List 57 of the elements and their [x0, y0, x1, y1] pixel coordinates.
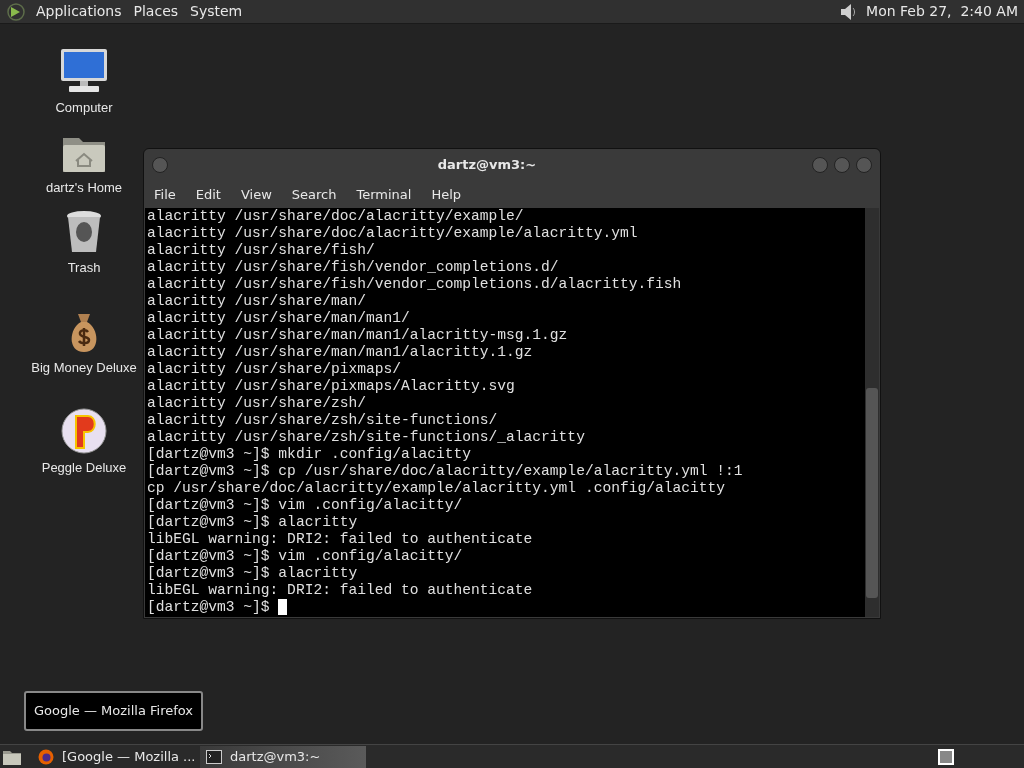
- maximize-button[interactable]: [834, 157, 850, 173]
- menu-item[interactable]: Edit: [187, 184, 229, 205]
- terminal-line: [dartz@vm3 ~]$ mkdir .config/alacitty: [147, 446, 472, 463]
- terminal-line: [dartz@vm3 ~]$ vim .config/alacitty/: [147, 548, 463, 565]
- terminal-line: [dartz@vm3 ~]$ alacritty: [147, 565, 358, 582]
- taskbar-button[interactable]: dartz@vm3:~: [200, 745, 366, 768]
- desktop-icon-label[interactable]: dartz's Home: [45, 178, 123, 198]
- panel-menu[interactable]: System: [186, 1, 247, 22]
- menu-item[interactable]: File: [146, 184, 184, 205]
- panel-menu[interactable]: Places: [129, 1, 183, 22]
- firefox-icon: [38, 748, 54, 765]
- terminal-line: alacritty /usr/share/zsh/site-functions/_alacritty: [147, 429, 585, 446]
- desktop-icon-label[interactable]: Computer: [55, 98, 113, 118]
- window-title: dartz@vm3:~: [436, 156, 538, 175]
- panel-menu[interactable]: Applications: [32, 1, 126, 22]
- menu-item[interactable]: Help: [423, 184, 470, 205]
- close-button[interactable]: [856, 157, 872, 173]
- terminal-line: [dartz@vm3 ~]$ alacritty: [147, 514, 358, 531]
- window-menu-button[interactable]: [152, 157, 168, 173]
- terminal-line: alacritty /usr/share/doc/alacritty/example/: [147, 208, 524, 225]
- terminal-line: alacritty /usr/share/zsh/site-functions/: [147, 412, 498, 429]
- menu-item[interactable]: Terminal: [348, 184, 420, 205]
- clock[interactable]: Mon Feb 27, 2:40 AM: [866, 1, 1018, 22]
- trash-icon: [65, 210, 103, 254]
- terminal-line: libEGL warning: DRI2: failed to authenticate: [147, 582, 533, 599]
- minimize-button[interactable]: [812, 157, 828, 173]
- text-cursor: [278, 599, 288, 615]
- terminal-line: alacritty /usr/share/fish/: [147, 242, 375, 259]
- terminal-line: alacritty /usr/share/zsh/: [147, 395, 366, 412]
- terminal-line: alacritty /usr/share/man/man1/alacritty.1.gz: [147, 344, 533, 361]
- terminal-line: alacritty /usr/share/doc/alacritty/example/alacritty.yml: [147, 225, 638, 242]
- scrollbar-thumb[interactable]: [866, 388, 878, 598]
- terminal-line: alacritty /usr/share/pixmaps/: [147, 361, 401, 378]
- scrollbar[interactable]: [865, 208, 879, 617]
- menu-item[interactable]: View: [232, 184, 280, 205]
- menu-item[interactable]: Search: [283, 184, 345, 205]
- terminal-line: alacritty /usr/share/pixmaps/Alacritty.svg: [147, 378, 515, 395]
- desktop-icon-label[interactable]: Trash: [67, 258, 101, 278]
- tooltip: Google — Mozilla Firefox: [24, 691, 204, 731]
- desktop-icon-label[interactable]: Peggle Deluxe: [41, 458, 127, 478]
- terminal-line: [dartz@vm3 ~]$ cp /usr/share/doc/alacritty/example/alacritty.yml !:1: [147, 463, 743, 480]
- workspace-switcher[interactable]: [938, 748, 954, 765]
- terminal-line: cp /usr/share/doc/alacritty/example/alacritty.yml .config/alacitty: [147, 480, 725, 497]
- taskbar-button[interactable]: [Google — Mozilla ...: [32, 745, 198, 768]
- terminal-line: libEGL warning: DRI2: failed to authenticate: [147, 531, 533, 548]
- terminal-icon: [206, 749, 222, 764]
- terminal-line: alacritty /usr/share/fish/vendor_completions.d/alacritty.fish: [147, 276, 682, 293]
- terminal-line: [dartz@vm3 ~]$: [147, 599, 271, 616]
- terminal-line: [dartz@vm3 ~]$ vim .config/alacitty/: [147, 497, 463, 514]
- monitor-icon: [59, 48, 109, 94]
- terminal-line: alacritty /usr/share/man/man1/alacritty-msg.1.gz: [147, 327, 568, 344]
- menu-logo-icon[interactable]: [6, 1, 26, 22]
- desktop-icon-label[interactable]: Big Money Deluxe: [31, 358, 137, 378]
- terminal-line: alacritty /usr/share/man/man1/: [147, 310, 410, 327]
- terminal-line: alacritty /usr/share/man/: [147, 293, 366, 310]
- terminal-line: alacritty /usr/share/fish/vendor_completions.d/: [147, 259, 559, 276]
- peggle-ball-icon: [61, 408, 107, 454]
